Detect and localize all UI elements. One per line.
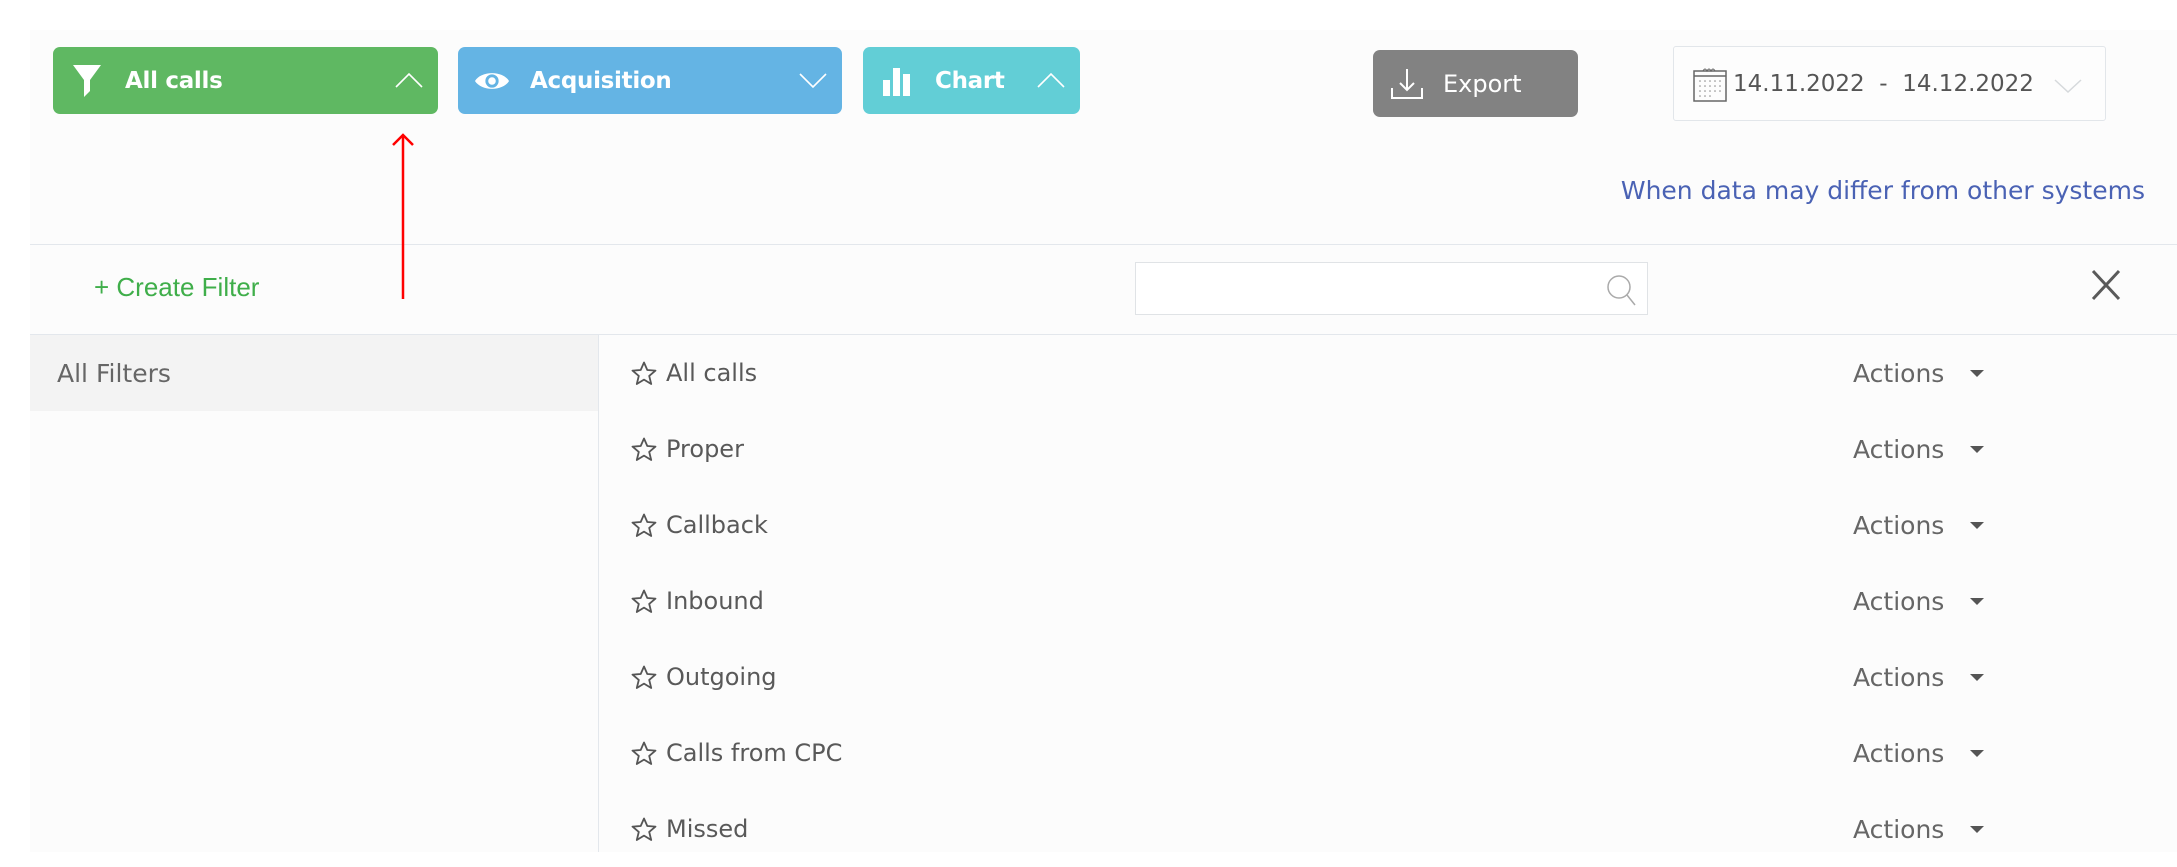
eye-icon [474,63,510,99]
filter-name[interactable]: Outgoing [666,663,777,691]
actions-label: Actions [1853,738,1945,768]
star-icon[interactable] [631,589,657,615]
actions-dropdown[interactable]: Actions [1853,738,1985,768]
filter-dropdown-label: All calls [125,67,223,94]
filter-row[interactable]: Calls from CPC Actions [599,715,2177,791]
actions-dropdown[interactable]: Actions [1853,586,1985,616]
caret-down-icon [1970,825,1985,833]
caret-down-icon [1970,369,1985,377]
actions-label: Actions [1853,586,1945,616]
acquisition-dropdown-button[interactable]: Acquisition [458,47,842,114]
export-label: Export [1443,69,1522,98]
filter-name[interactable]: Proper [666,435,744,463]
actions-dropdown[interactable]: Actions [1853,358,1985,388]
chevron-down-icon[interactable] [798,67,828,93]
star-icon[interactable] [631,361,657,387]
funnel-icon [69,63,105,99]
star-icon[interactable] [631,817,657,843]
chevron-up-icon[interactable] [394,67,424,93]
create-filter-link[interactable]: + Create Filter [94,272,259,303]
acquisition-dropdown-label: Acquisition [530,67,672,94]
actions-label: Actions [1853,434,1945,464]
date-range-value: 14.11.2022 - 14.12.2022 [1733,70,2034,97]
filter-list: All calls Actions Proper Actions Callbac… [599,335,2177,867]
chevron-down-icon[interactable] [2053,77,2083,95]
chart-dropdown-button[interactable]: Chart [863,47,1080,114]
annotation-arrow [392,133,414,299]
filter-name[interactable]: Missed [666,815,748,843]
chart-dropdown-label: Chart [935,67,1005,94]
star-icon[interactable] [631,741,657,767]
filter-row[interactable]: Inbound Actions [599,563,2177,639]
filter-name[interactable]: Calls from CPC [666,739,842,767]
filter-row[interactable]: Proper Actions [599,411,2177,487]
filter-sidebar: All Filters [30,335,599,852]
actions-dropdown[interactable]: Actions [1853,814,1985,844]
caret-down-icon [1970,749,1985,757]
sidebar-item-all-filters[interactable]: All Filters [30,335,598,411]
actions-dropdown[interactable]: Actions [1853,434,1985,464]
filter-row[interactable]: Missed Actions [599,791,2177,867]
filter-name[interactable]: Inbound [666,587,764,615]
filter-row[interactable]: All calls Actions [599,335,2177,411]
data-differences-link[interactable]: When data may differ from other systems [1621,176,2145,205]
actions-label: Actions [1853,662,1945,692]
divider [30,244,2177,245]
date-range-picker[interactable]: 14.11.2022 - 14.12.2022 [1673,46,2106,121]
actions-dropdown[interactable]: Actions [1853,510,1985,540]
calendar-icon [1693,68,1727,102]
filter-row[interactable]: Callback Actions [599,487,2177,563]
caret-down-icon [1970,521,1985,529]
filter-search-field[interactable] [1135,262,1648,315]
actions-label: Actions [1853,814,1945,844]
filter-row[interactable]: Outgoing Actions [599,639,2177,715]
filter-name[interactable]: Callback [666,511,768,539]
star-icon[interactable] [631,665,657,691]
download-icon [1391,68,1423,99]
filter-dropdown-button[interactable]: All calls [53,47,438,114]
actions-label: Actions [1853,358,1945,388]
sidebar-item-label: All Filters [57,358,171,388]
actions-label: Actions [1853,510,1945,540]
caret-down-icon [1970,673,1985,681]
actions-dropdown[interactable]: Actions [1853,662,1985,692]
caret-down-icon [1970,445,1985,453]
filter-name[interactable]: All calls [666,359,757,387]
bar-chart-icon [879,63,915,99]
search-icon[interactable] [1605,273,1637,307]
chevron-up-icon[interactable] [1036,67,1066,93]
caret-down-icon [1970,597,1985,605]
star-icon[interactable] [631,437,657,463]
export-button[interactable]: Export [1373,50,1578,117]
close-icon[interactable] [2090,268,2122,302]
star-icon[interactable] [631,513,657,539]
filter-search-input[interactable] [1136,263,1600,314]
